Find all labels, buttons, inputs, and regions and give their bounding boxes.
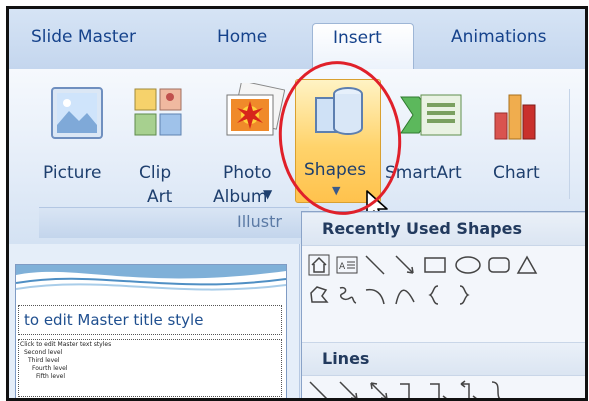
bullet-level-1: Click to edit Master text styles [20, 341, 112, 348]
photo-album-icon [226, 83, 285, 136]
chart-label: Chart [493, 163, 540, 183]
shape-right-brace-icon[interactable] [452, 284, 474, 306]
picture-icon [51, 87, 103, 139]
line-double-arrow-icon[interactable] [368, 380, 390, 401]
shape-rounded-rectangle-icon[interactable] [488, 254, 510, 276]
clip-art-icon [134, 88, 182, 136]
tab-slide-master[interactable]: Slide Master [31, 27, 136, 47]
picture-button[interactable]: Picture [37, 81, 115, 201]
wave-decoration [16, 265, 286, 291]
group-label-text: Illustr [237, 212, 282, 231]
photo-album-dropdown-icon[interactable]: ▼ [263, 187, 272, 201]
clip-art-label-line1: Clip [139, 163, 172, 183]
photo-album-label-line1: Photo [223, 163, 272, 183]
tab-animations[interactable]: Animations [451, 27, 547, 47]
shape-freeform-icon[interactable] [308, 284, 330, 306]
recently-used-header: Recently Used Shapes [302, 212, 585, 246]
lines-header-text: Lines [322, 349, 370, 368]
shape-oval-icon[interactable] [454, 254, 482, 276]
shapes-gallery-dropdown: Recently Used Shapes A Lines [301, 211, 585, 401]
powerpoint-window: Slide Master Home Insert Animations Pict… [6, 6, 588, 401]
shape-left-brace-icon[interactable] [424, 284, 446, 306]
line-arrow-icon[interactable] [338, 380, 360, 401]
shape-curve-icon[interactable] [394, 284, 416, 306]
elbow-arrow-connector-icon[interactable] [428, 380, 450, 401]
ribbon-tab-bar: Slide Master Home Insert Animations [9, 9, 585, 74]
tab-home[interactable]: Home [217, 27, 267, 47]
shape-line-icon[interactable] [364, 254, 386, 276]
shape-scribble-icon[interactable] [336, 284, 358, 306]
svg-text:A: A [339, 262, 346, 272]
bullet-level-4: Fourth level [32, 365, 68, 372]
bullet-level-2: Second level [24, 349, 63, 356]
bullet-level-5: Fifth level [36, 373, 66, 380]
bullet-level-3: Third level [28, 357, 60, 364]
curved-connector-icon[interactable] [488, 380, 510, 401]
shape-house-icon[interactable] [308, 254, 330, 276]
clip-art-button[interactable]: Clip Art [125, 81, 185, 207]
line-straight-icon[interactable] [308, 380, 330, 401]
elbow-double-arrow-connector-icon[interactable] [458, 380, 480, 401]
chart-icon [494, 94, 536, 140]
smartart-icon [400, 94, 462, 136]
chart-button[interactable]: Chart [483, 81, 543, 201]
elbow-connector-icon[interactable] [398, 380, 420, 401]
illustrations-group-label: Illustr [39, 207, 309, 238]
tab-insert-label: Insert [333, 28, 382, 48]
shape-rectangle-icon[interactable] [424, 254, 446, 276]
group-separator [569, 89, 570, 199]
shape-triangle-icon[interactable] [516, 254, 538, 276]
shape-textbox-icon[interactable]: A [336, 254, 358, 276]
clip-art-label-line2: Art [147, 187, 173, 207]
shape-curved-connector-icon[interactable] [364, 284, 386, 306]
lines-header: Lines [302, 342, 585, 376]
recently-used-header-text: Recently Used Shapes [322, 219, 522, 238]
photo-album-label-line2: Album [213, 187, 268, 207]
slide-master-thumbnail[interactable]: to edit Master title style Click to edit… [15, 264, 287, 398]
picture-label: Picture [43, 163, 102, 183]
slide-thumbnail-pane: to edit Master title style Click to edit… [9, 244, 300, 398]
shape-arrow-icon[interactable] [394, 254, 416, 276]
master-title-text: to edit Master title style [24, 311, 204, 329]
